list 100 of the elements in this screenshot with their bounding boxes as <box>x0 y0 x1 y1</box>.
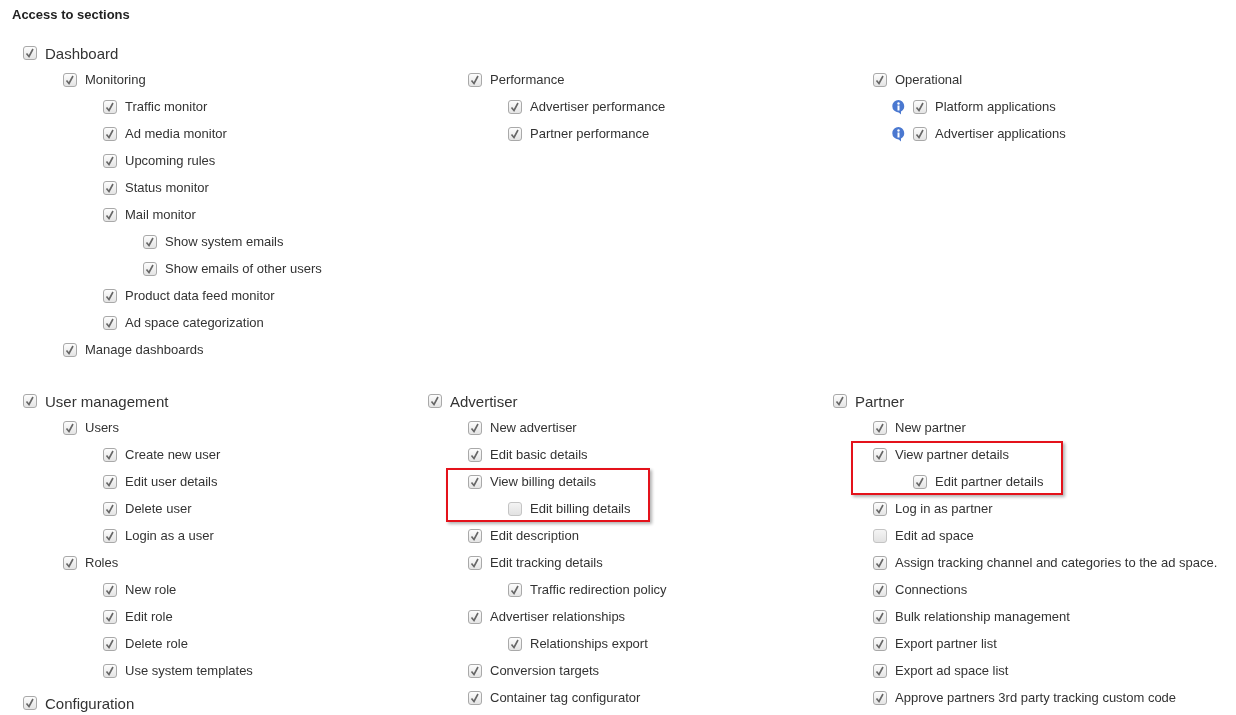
checkbox[interactable] <box>508 126 522 141</box>
checkbox[interactable] <box>468 663 482 678</box>
permission-label: Advertiser performance <box>530 99 666 114</box>
checkbox[interactable] <box>873 447 887 462</box>
permission-label: Export ad space list <box>895 663 1009 678</box>
permission-label: Use system templates <box>125 663 253 678</box>
checkbox[interactable] <box>103 501 117 516</box>
checkbox[interactable] <box>103 663 117 678</box>
checkbox[interactable] <box>913 126 927 141</box>
checkbox[interactable] <box>873 501 887 516</box>
checkbox[interactable] <box>103 315 117 330</box>
permission-label: Product data feed monitor <box>125 288 275 303</box>
checkbox[interactable] <box>428 394 442 408</box>
checkbox[interactable] <box>103 582 117 597</box>
checkbox[interactable] <box>103 126 117 141</box>
checkbox[interactable] <box>508 99 522 114</box>
permission-label: Show system emails <box>165 234 284 249</box>
permission-label: Ad media monitor <box>125 126 227 141</box>
checkbox[interactable] <box>103 180 117 195</box>
checkbox[interactable] <box>468 420 482 435</box>
checkbox[interactable] <box>873 582 887 597</box>
permission-label: Container tag configurator <box>490 690 641 705</box>
checkbox[interactable] <box>873 72 887 87</box>
checkbox[interactable] <box>103 609 117 624</box>
permission-label: Relationships export <box>530 636 648 651</box>
info-icon[interactable] <box>891 125 906 142</box>
checkbox[interactable] <box>103 636 117 651</box>
checkbox[interactable] <box>508 501 522 516</box>
permission-label: Edit tracking details <box>490 555 603 570</box>
checkbox[interactable] <box>468 474 482 489</box>
permission-label: Edit partner details <box>935 474 1044 489</box>
permission-label: Platform applications <box>935 99 1056 114</box>
permission-label: Configuration <box>45 694 135 712</box>
permission-label: Mail monitor <box>125 207 196 222</box>
checkbox[interactable] <box>468 609 482 624</box>
checkbox[interactable] <box>23 696 37 710</box>
checkbox[interactable] <box>63 420 77 435</box>
permission-label: Edit billing details <box>530 501 631 516</box>
permission-label: Delete user <box>125 501 192 516</box>
permission-label: Edit description <box>490 528 579 543</box>
permission-label: View partner details <box>895 447 1009 462</box>
permission-label: Edit role <box>125 609 173 624</box>
checkbox[interactable] <box>873 528 887 543</box>
checkbox[interactable] <box>468 72 482 87</box>
checkbox[interactable] <box>143 261 157 276</box>
checkbox[interactable] <box>468 690 482 705</box>
checkbox[interactable] <box>103 474 117 489</box>
permission-label: Log in as partner <box>895 501 993 516</box>
checkbox[interactable] <box>63 342 77 357</box>
permission-label: Roles <box>85 555 119 570</box>
checkbox[interactable] <box>873 420 887 435</box>
permission-label: Assign tracking channel and categories to the ad space. <box>895 555 1218 570</box>
permission-label: Bulk relationship management <box>895 609 1070 624</box>
permission-label: User management <box>45 392 169 410</box>
permission-label: Show emails of other users <box>165 261 322 276</box>
permission-label: Edit user details <box>125 474 218 489</box>
checkbox[interactable] <box>913 99 927 114</box>
permission-label: Login as a user <box>125 528 214 543</box>
permission-label: Export partner list <box>895 636 997 651</box>
checkbox[interactable] <box>468 528 482 543</box>
checkbox[interactable] <box>873 636 887 651</box>
checkbox[interactable] <box>873 663 887 678</box>
checkbox[interactable] <box>873 555 887 570</box>
permission-label: Traffic redirection policy <box>530 582 667 597</box>
permission-label: Approve partners 3rd party tracking custom code <box>895 690 1177 705</box>
permission-label: Connections <box>895 582 968 597</box>
permission-label: Edit basic details <box>490 447 588 462</box>
permission-label: Operational <box>895 72 963 87</box>
checkbox[interactable] <box>103 153 117 168</box>
checkbox[interactable] <box>508 582 522 597</box>
checkbox[interactable] <box>873 690 887 705</box>
permission-label: Partner <box>855 392 905 410</box>
permission-label: Delete role <box>125 636 188 651</box>
checkbox[interactable] <box>103 528 117 543</box>
checkbox[interactable] <box>913 474 927 489</box>
checkbox[interactable] <box>873 609 887 624</box>
permission-label: New advertiser <box>490 420 577 435</box>
permission-label: Performance <box>490 72 565 87</box>
checkbox[interactable] <box>468 555 482 570</box>
permission-label: New role <box>125 582 177 597</box>
checkbox[interactable] <box>63 72 77 87</box>
permission-label: Manage dashboards <box>85 342 204 357</box>
permission-label: Advertiser relationships <box>490 609 626 624</box>
checkbox[interactable] <box>103 288 117 303</box>
info-icon[interactable] <box>891 98 906 115</box>
checkbox[interactable] <box>103 207 117 222</box>
permission-label: Traffic monitor <box>125 99 208 114</box>
checkbox[interactable] <box>103 99 117 114</box>
checkbox[interactable] <box>103 447 117 462</box>
permission-label: Conversion targets <box>490 663 600 678</box>
permission-label: Users <box>85 420 119 435</box>
checkbox[interactable] <box>143 234 157 249</box>
section-heading: Access to sections <box>12 6 131 24</box>
permission-label: Upcoming rules <box>125 153 216 168</box>
checkbox[interactable] <box>23 394 37 408</box>
checkbox[interactable] <box>833 394 847 408</box>
checkbox[interactable] <box>508 636 522 651</box>
checkbox[interactable] <box>63 555 77 570</box>
checkbox[interactable] <box>23 46 37 60</box>
checkbox[interactable] <box>468 447 482 462</box>
